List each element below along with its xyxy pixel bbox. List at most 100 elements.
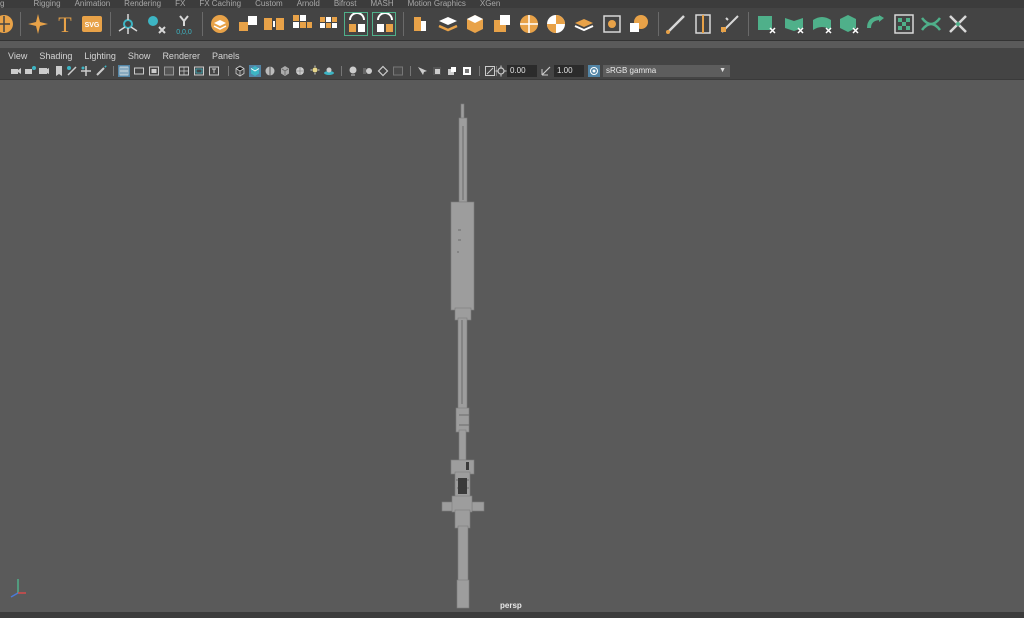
uv-cylindrical-icon[interactable]: [810, 12, 834, 36]
smooth-shade-icon[interactable]: [249, 65, 261, 77]
cube-icon[interactable]: [463, 12, 487, 36]
checker-cube-icon[interactable]: [627, 12, 651, 36]
shelf-tab-rigging[interactable]: Rigging: [26, 0, 67, 8]
mirror-icon[interactable]: [344, 12, 368, 36]
camera-attributes-icon[interactable]: [24, 65, 36, 77]
resolution-gate-icon[interactable]: [148, 65, 160, 77]
locator-icon[interactable]: [116, 12, 140, 36]
svg-tool-icon[interactable]: SVG: [80, 12, 104, 36]
shelf-tab-bifrost[interactable]: Bifrost: [327, 0, 364, 8]
shelf-tab-rendering[interactable]: Rendering: [117, 0, 168, 8]
shelf-tab-motion-graphics[interactable]: Motion Graphics: [401, 0, 473, 8]
shelf-icon-bar: T SVG 0,0,0: [0, 8, 1024, 41]
camera-select-icon[interactable]: [10, 65, 22, 77]
isolate-select-icon[interactable]: [416, 65, 428, 77]
text-tool-icon[interactable]: T: [53, 12, 77, 36]
svg-text:0,0,0: 0,0,0: [176, 29, 192, 36]
screen-space-ao-icon[interactable]: [347, 65, 359, 77]
safe-action-icon[interactable]: [193, 65, 205, 77]
field-chart-icon[interactable]: [178, 65, 190, 77]
wireframe-on-shaded-icon[interactable]: [264, 65, 276, 77]
camera-name-label: persp: [500, 601, 522, 610]
shadows-icon[interactable]: [309, 65, 321, 77]
shelf-tab-bar: g Rigging Animation Rendering FX FX Cach…: [0, 0, 1024, 8]
shelf-tab-custom[interactable]: Custom: [248, 0, 290, 8]
uv-sew-icon[interactable]: [919, 12, 943, 36]
shelf-tab-0[interactable]: g: [0, 0, 8, 8]
uv-editor-icon[interactable]: [754, 12, 778, 36]
bookmarks-icon[interactable]: [38, 65, 50, 77]
safe-title-icon[interactable]: [208, 65, 220, 77]
shelf-tab-mash[interactable]: MASH: [363, 0, 400, 8]
extract-faces-icon[interactable]: [290, 12, 314, 36]
exposure-field[interactable]: 0.00: [507, 65, 537, 77]
xray-joints-icon[interactable]: [446, 65, 458, 77]
axis-gizmo-icon: [10, 579, 26, 598]
film-gate-icon[interactable]: [133, 65, 145, 77]
plane-stack-icon[interactable]: [208, 12, 232, 36]
pencil-icon[interactable]: [95, 65, 107, 77]
grid-faces-icon[interactable]: [317, 12, 341, 36]
use-all-lights-icon[interactable]: [294, 65, 306, 77]
sparkle-icon[interactable]: [26, 12, 50, 36]
target-weld-icon[interactable]: [517, 12, 541, 36]
color-space-label: sRGB gamma: [606, 66, 657, 75]
chevron-down-icon: ▼: [719, 67, 726, 74]
uv-planar-icon[interactable]: [782, 12, 806, 36]
type-coordinates-icon[interactable]: 0,0,0: [172, 12, 196, 36]
wireframe-icon[interactable]: [234, 65, 246, 77]
view-transform-icon[interactable]: [588, 65, 600, 77]
xray-icon[interactable]: [431, 65, 443, 77]
bottom-edge-strip: [0, 612, 1024, 618]
anti-aliasing-icon[interactable]: [377, 65, 389, 77]
svg-text:SVG: SVG: [85, 22, 100, 29]
panel-toolbar: 0.00 1.00 sRGB gamma ▼: [0, 63, 1024, 80]
checker-sphere-icon[interactable]: [544, 12, 568, 36]
textured-icon[interactable]: [279, 65, 291, 77]
image-plane-icon[interactable]: [53, 65, 65, 77]
gate-mask-icon[interactable]: [163, 65, 175, 77]
menu-view[interactable]: View: [0, 51, 33, 61]
sphere-tool-icon[interactable]: [0, 12, 16, 36]
shelf-tab-xgen[interactable]: XGen: [473, 0, 507, 8]
menu-shading[interactable]: Shading: [33, 51, 78, 61]
multi-cut-icon[interactable]: [718, 12, 742, 36]
gamma-icon[interactable]: [540, 65, 552, 77]
grease-pencil-icon[interactable]: [80, 65, 92, 77]
insert-loop-icon[interactable]: [691, 12, 715, 36]
measure-tool-icon[interactable]: [144, 12, 168, 36]
perspective-viewport[interactable]: [0, 80, 1024, 612]
uv-cube-icon[interactable]: [837, 12, 861, 36]
ambient-occlusion-icon[interactable]: [323, 65, 335, 77]
smooth-icon[interactable]: [408, 12, 432, 36]
uv-unfold-icon[interactable]: [865, 12, 889, 36]
bevel-icon[interactable]: [490, 12, 514, 36]
frame-target-icon[interactable]: [600, 12, 624, 36]
uv-checker-icon[interactable]: [892, 12, 916, 36]
exposure-icon[interactable]: [495, 65, 507, 77]
shelf-tab-arnold[interactable]: Arnold: [290, 0, 327, 8]
uv-cut-icon[interactable]: [946, 12, 970, 36]
stack-layers-icon[interactable]: [436, 12, 460, 36]
menu-panels[interactable]: Panels: [206, 51, 246, 61]
grid-toggle-icon[interactable]: [118, 65, 130, 77]
shelf-tab-fx[interactable]: FX: [168, 0, 192, 8]
color-space-dropdown[interactable]: sRGB gamma ▼: [603, 65, 730, 77]
shelf-tab-fx-caching[interactable]: FX Caching: [192, 0, 248, 8]
gamma-field[interactable]: 1.00: [554, 65, 584, 77]
cube-combine-icon[interactable]: [236, 12, 260, 36]
depth-of-field-icon[interactable]: [392, 65, 404, 77]
panel-menu-bar: View Shading Lighting Show Renderer Pane…: [0, 48, 1024, 63]
menu-renderer[interactable]: Renderer: [156, 51, 206, 61]
shelf-tab-animation[interactable]: Animation: [68, 0, 118, 8]
cube-separate-icon[interactable]: [262, 12, 286, 36]
xray-components-icon[interactable]: [461, 65, 473, 77]
motion-blur-icon[interactable]: [362, 65, 374, 77]
pencil-edge-icon[interactable]: [664, 12, 688, 36]
menu-lighting[interactable]: Lighting: [78, 51, 122, 61]
viewport-canvas: [10, 103, 485, 609]
mirror-geometry-icon[interactable]: [372, 12, 396, 36]
bridge-icon[interactable]: [572, 12, 596, 36]
2d-pan-zoom-icon[interactable]: [66, 65, 78, 77]
menu-show[interactable]: Show: [122, 51, 157, 61]
